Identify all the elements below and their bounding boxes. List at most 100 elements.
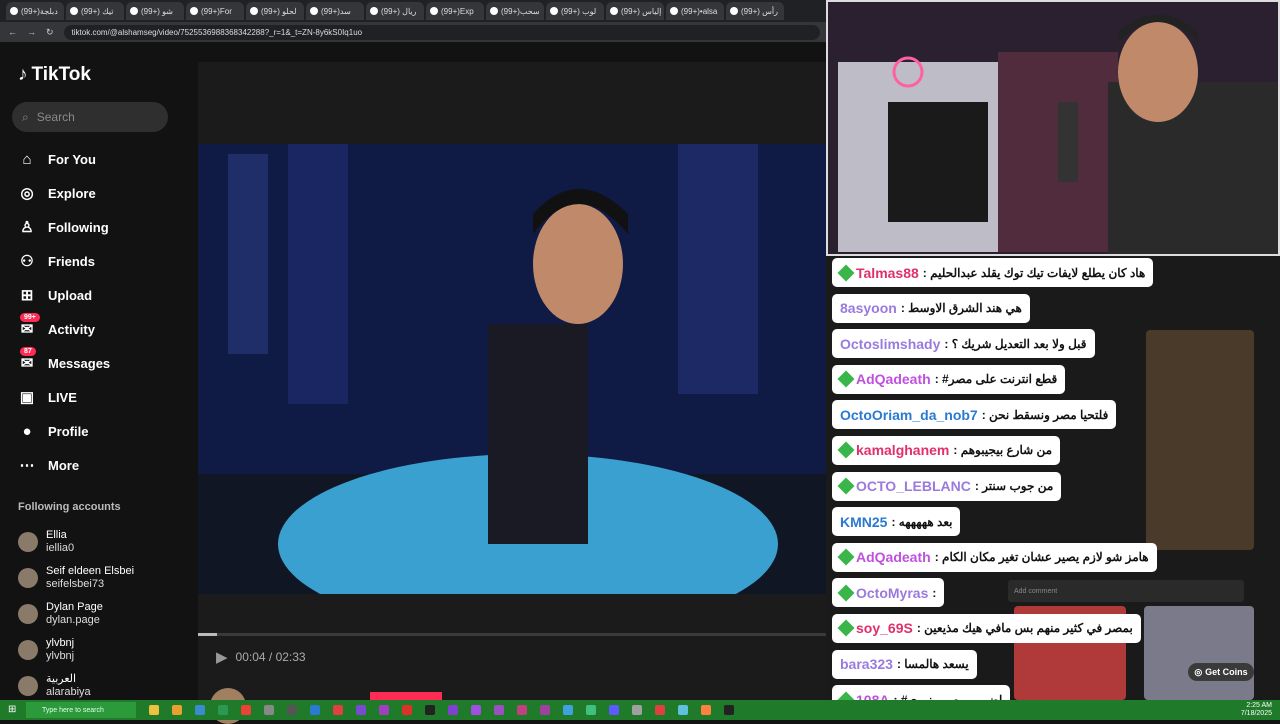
- chat-username: AdQadeath: [856, 549, 931, 566]
- nav-item-for-you[interactable]: ⌂ For You: [18, 142, 188, 176]
- search-input[interactable]: ⌕ Search: [12, 102, 168, 132]
- browser-tab[interactable]: (99+) تيك: [66, 2, 124, 20]
- taskbar-app-icon[interactable]: [310, 705, 320, 715]
- nav-item-messages[interactable]: 87 ✉ Messages: [18, 346, 188, 380]
- browser-tab[interactable]: (99+)For: [186, 2, 244, 20]
- taskbar-app-icon[interactable]: [218, 705, 228, 715]
- green-gem-icon: [837, 619, 855, 637]
- green-gem-icon: [837, 264, 855, 281]
- chat-username: OctoMyras: [856, 584, 929, 601]
- taskbar-app-icon[interactable]: [724, 705, 734, 715]
- forward-icon[interactable]: →: [27, 27, 36, 37]
- browser-tab[interactable]: (99+) لحلو: [246, 2, 304, 20]
- following-account[interactable]: ylvbnj ylvbnj: [18, 632, 196, 668]
- windows-taskbar: ⊞ Type here to search 2:25 AM 7/18/2025: [0, 700, 1280, 720]
- taskbar-search[interactable]: Type here to search: [26, 702, 136, 718]
- taskbar-app-icon[interactable]: [264, 705, 274, 715]
- taskbar-app-icon[interactable]: [425, 705, 435, 715]
- chat-text: هي هند الشرق الاوسط :: [900, 301, 1022, 316]
- chat-username: OCTO_LEBLANC: [856, 478, 971, 495]
- green-gem-icon: [837, 584, 855, 602]
- taskbar-app-icon[interactable]: [701, 705, 711, 715]
- taskbar-app-icon[interactable]: [356, 705, 366, 715]
- browser-tab[interactable]: (99+) ريال: [366, 2, 424, 20]
- url-field[interactable]: tiktok.com/@alshamseg/video/752553698836…: [63, 24, 820, 40]
- tab-favicon-icon: [310, 7, 318, 15]
- taskbar-app-icon[interactable]: [678, 705, 688, 715]
- browser-tab[interactable]: (99+) رأس: [726, 2, 784, 20]
- chat-username: Octoslimshady: [840, 335, 941, 352]
- following-account[interactable]: Ellia iellia0: [18, 524, 196, 560]
- taskbar-app-icon[interactable]: [149, 705, 159, 715]
- tab-favicon-icon: [430, 7, 438, 15]
- taskbar-apps: [136, 705, 734, 715]
- taskbar-app-icon[interactable]: [586, 705, 596, 715]
- users-icon: ⚇: [20, 253, 34, 270]
- video-frame[interactable]: [198, 144, 826, 594]
- chat-text: قطع انترنت على مصر# :: [934, 372, 1058, 387]
- taskbar-app-icon[interactable]: [471, 705, 481, 715]
- following-accounts-title: Following accounts: [18, 501, 121, 513]
- nav-item-following[interactable]: ♙ Following: [18, 210, 188, 244]
- taskbar-app-icon[interactable]: [494, 705, 504, 715]
- nav-item-upload[interactable]: ⊞ Upload: [18, 278, 188, 312]
- browser-tab[interactable]: دبلجة(+99): [6, 2, 64, 20]
- following-account[interactable]: Seif eldeen Elsbei seifelsbei73: [18, 560, 196, 596]
- taskbar-app-icon[interactable]: [540, 705, 550, 715]
- video-scene: [198, 144, 826, 594]
- browser-tab[interactable]: (99+) لوب: [546, 2, 604, 20]
- browser-tab[interactable]: (99+) شو: [126, 2, 184, 20]
- play-icon[interactable]: ▶: [216, 648, 228, 666]
- chat-message: bara323 يسعد هالمسا :: [832, 649, 977, 679]
- chat-row: KMN25 بعد هههههه :: [832, 507, 1152, 543]
- taskbar-app-icon[interactable]: [448, 705, 458, 715]
- taskbar-app-icon[interactable]: [609, 705, 619, 715]
- taskbar-app-icon[interactable]: [195, 705, 205, 715]
- nav-item-friends[interactable]: ⚇ Friends: [18, 244, 188, 278]
- following-account[interactable]: Dylan Page dylan.page: [18, 596, 196, 632]
- user-plus-icon: ♙: [20, 219, 34, 236]
- tab-favicon-icon: [610, 7, 618, 15]
- chat-message: AdQadeath قطع انترنت على مصر# :: [832, 364, 1066, 394]
- taskbar-app-icon[interactable]: [563, 705, 573, 715]
- video-progress-bar[interactable]: [198, 633, 826, 636]
- taskbar-app-icon[interactable]: [333, 705, 343, 715]
- feed-tile[interactable]: [1144, 606, 1254, 700]
- reload-icon[interactable]: ↻: [46, 27, 54, 38]
- windows-start-icon[interactable]: ⊞: [8, 704, 16, 715]
- nav-item-more[interactable]: ⋯ More: [18, 448, 188, 482]
- taskbar-app-icon[interactable]: [402, 705, 412, 715]
- browser-tab[interactable]: (99+)سحب: [486, 2, 544, 20]
- message-icon: ✉: [20, 355, 34, 372]
- taskbar-app-icon[interactable]: [517, 705, 527, 715]
- chat-row: bara323 يسعد هالمسا :: [832, 649, 1152, 686]
- chat-message: kamalghanem من شارع بيجيبوهم :: [832, 435, 1061, 465]
- webcam-scene: [828, 2, 1278, 254]
- browser-tab[interactable]: (99+)•alsa: [666, 2, 724, 20]
- nav-item-profile[interactable]: ● Profile: [18, 414, 188, 448]
- green-gem-icon: [837, 370, 855, 388]
- chat-username: 8asyoon: [840, 300, 897, 317]
- browser-tab[interactable]: (99+) إلياس: [606, 2, 664, 20]
- nav-item-explore[interactable]: ◎ Explore: [18, 176, 188, 210]
- nav-item-live[interactable]: ▣ LIVE: [18, 380, 188, 414]
- browser-tab[interactable]: (99+)سد: [306, 2, 364, 20]
- taskbar-app-icon[interactable]: [287, 705, 297, 715]
- tiktok-logo[interactable]: ♪ TikTok: [18, 64, 91, 86]
- browser-tab[interactable]: (99+)Exp: [426, 2, 484, 20]
- get-coins-button[interactable]: ◎ Get Coins: [1188, 663, 1254, 681]
- taskbar-app-icon[interactable]: [379, 705, 389, 715]
- back-icon[interactable]: ←: [8, 27, 17, 37]
- taskbar-app-icon[interactable]: [241, 705, 251, 715]
- bell-icon: ✉: [20, 321, 34, 338]
- progress-fill: [198, 633, 217, 636]
- nav-item-activity[interactable]: 99+ ✉ Activity: [18, 312, 188, 346]
- taskbar-app-icon[interactable]: [632, 705, 642, 715]
- compass-icon: ◎: [20, 185, 34, 202]
- feed-tile[interactable]: [1146, 330, 1254, 550]
- taskbar-app-icon[interactable]: [172, 705, 182, 715]
- chat-message: AdQadeath هامز شو لازم يصير عشان تغير مكا…: [832, 542, 1157, 572]
- following-account[interactable]: العربية alarabiya: [18, 668, 196, 704]
- taskbar-app-icon[interactable]: [655, 705, 665, 715]
- chat-row: kamalghanem من شارع بيجيبوهم :: [832, 435, 1152, 472]
